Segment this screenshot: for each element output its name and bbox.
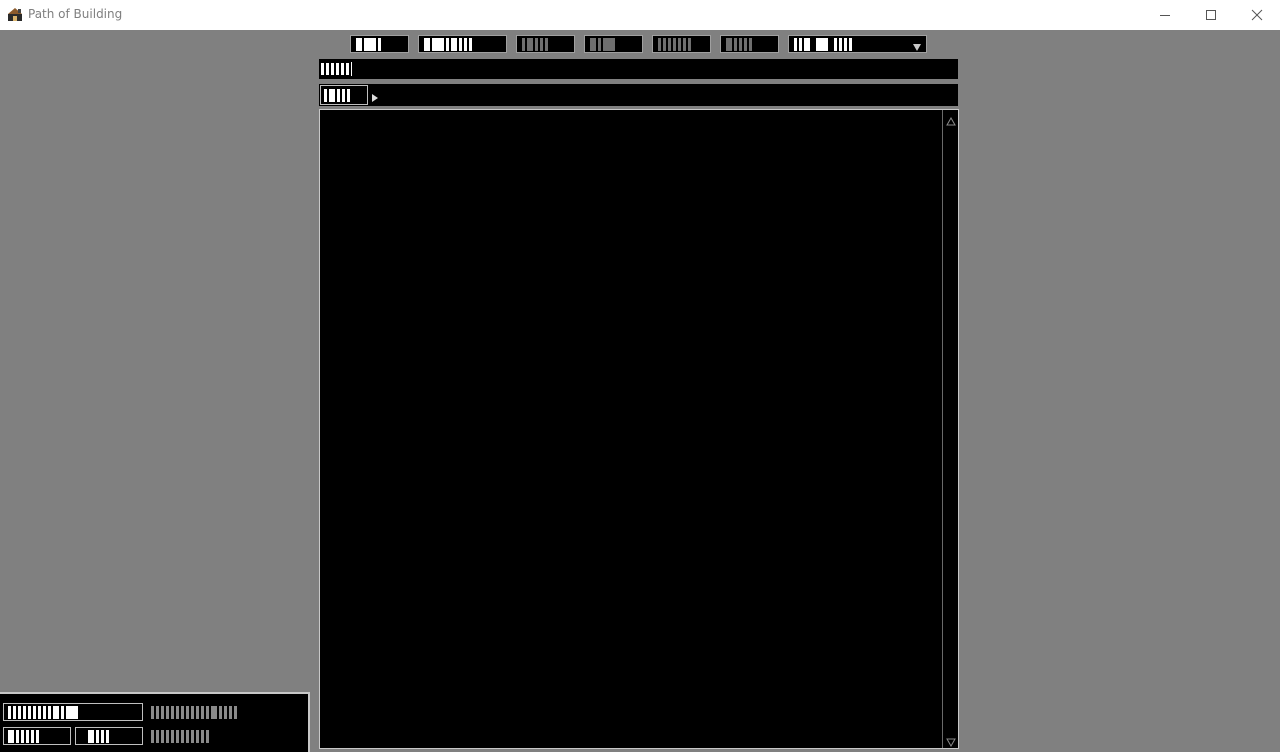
close-icon [1251,9,1263,21]
info-text-1 [151,703,291,721]
info-button-2-glyphs [8,728,66,744]
vertical-scrollbar[interactable] [942,110,958,748]
toolbar-button-6-glyphs [726,36,773,52]
info-button-1-glyphs [8,704,138,720]
close-button[interactable] [1234,0,1280,30]
scroll-up-icon[interactable] [946,114,956,126]
window-titlebar: Path of Building [0,0,1280,30]
toolbar-button-1-glyphs [356,36,403,52]
minimize-icon [1159,9,1171,21]
info-text-2-glyphs [151,727,251,745]
info-button-2[interactable] [3,727,71,745]
toolbar-button-5[interactable] [652,35,711,53]
maximize-icon [1205,9,1217,21]
toolbar-button-2[interactable] [418,35,507,53]
scroll-down-icon[interactable] [946,734,956,748]
toolbar-button-4-glyphs [590,36,637,52]
minimize-button[interactable] [1142,0,1188,30]
window-title: Path of Building [28,7,123,21]
text-cursor [351,62,352,76]
toolbar-button-2-glyphs [424,36,501,52]
info-button-3-glyphs [80,728,138,744]
info-button-1[interactable] [3,703,143,721]
filter-bar [319,84,958,106]
expand-arrow-icon[interactable] [371,90,379,106]
toolbar-button-4[interactable] [584,35,643,53]
app-icon [7,6,23,22]
toolbar-dropdown[interactable] [788,35,927,53]
toolbar-button-6[interactable] [720,35,779,53]
toolbar-dropdown-glyphs [794,36,921,52]
toolbar-button-3[interactable] [516,35,575,53]
item-list-panel[interactable] [319,109,959,749]
filter-button[interactable] [320,85,368,105]
filter-button-glyphs [321,86,367,104]
search-bar[interactable] [319,59,958,79]
info-panel [0,692,310,752]
dropdown-arrow-icon [912,39,922,52]
toolbar-button-3-glyphs [522,36,569,52]
info-text-1-glyphs [151,703,291,721]
info-text-2 [151,727,251,745]
search-bar-glyphs [321,59,352,79]
info-button-3[interactable] [75,727,143,745]
toolbar-button-5-glyphs [658,36,705,52]
toolbar-button-1[interactable] [350,35,409,53]
maximize-button[interactable] [1188,0,1234,30]
